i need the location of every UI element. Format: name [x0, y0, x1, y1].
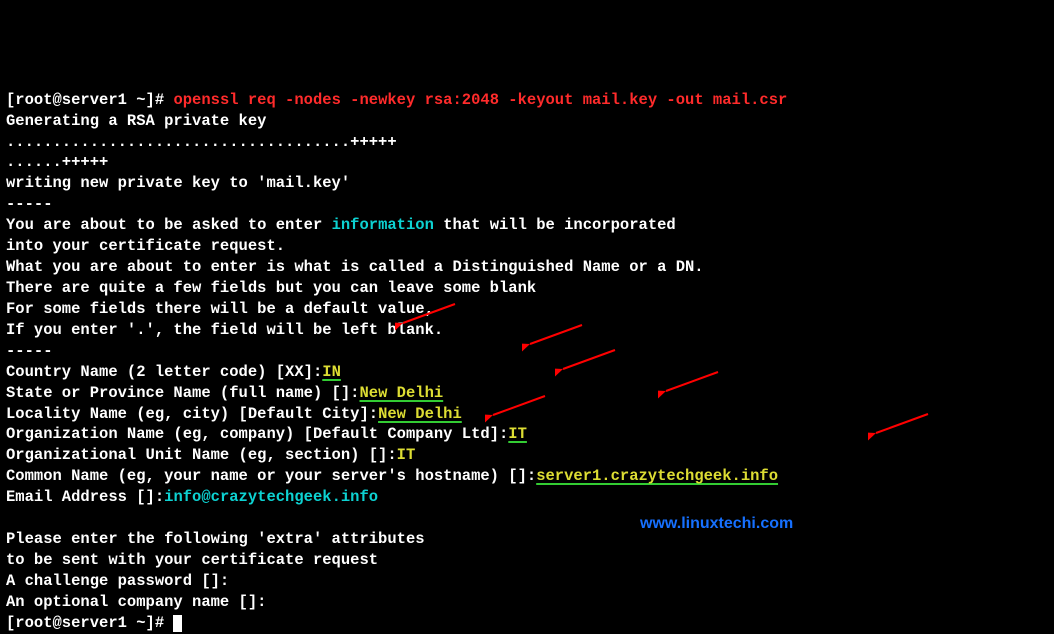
line-msg3: What you are about to enter is what is c…	[6, 258, 704, 276]
arrow-icon	[658, 369, 728, 399]
arrow-icon	[868, 411, 938, 441]
line-dots1: .....................................+++…	[6, 133, 397, 151]
prompt-final: [root@server1 ~]#	[6, 614, 173, 632]
a-email: info@crazytechgeek.info	[164, 488, 378, 506]
cursor	[173, 615, 182, 632]
line-msg1a: You are about to be asked to enter	[6, 216, 332, 234]
line-msg2: into your certificate request.	[6, 237, 285, 255]
line-extra1: Please enter the following 'extra' attri…	[6, 530, 425, 548]
line-msg1b: information	[332, 216, 434, 234]
line-msg4: There are quite a few fields but you can…	[6, 279, 536, 297]
q-optco: An optional company name []:	[6, 593, 266, 611]
watermark: www.linuxtechi.com	[640, 513, 793, 535]
line-dots2: ......+++++	[6, 153, 108, 171]
arrow-icon	[522, 322, 592, 352]
q-org: Organization Name (eg, company) [Default…	[6, 425, 508, 443]
line-dash1: -----	[6, 195, 53, 213]
command: openssl req -nodes -newkey rsa:2048 -key…	[173, 91, 787, 109]
line-extra2: to be sent with your certificate request	[6, 551, 378, 569]
q-cn: Common Name (eg, your name or your serve…	[6, 467, 536, 485]
line-msg5: For some fields there will be a default …	[6, 300, 434, 318]
arrow-icon	[555, 347, 625, 377]
q-country: Country Name (2 letter code) [XX]:	[6, 363, 322, 381]
prompt: [root@server1 ~]#	[6, 91, 173, 109]
a-locality: New Delhi	[378, 405, 462, 423]
line-msg1c: that will be incorporated	[434, 216, 676, 234]
line-msg6: If you enter '.', the field will be left…	[6, 321, 443, 339]
a-state: New Delhi	[359, 384, 443, 402]
q-ou: Organizational Unit Name (eg, section) […	[6, 446, 397, 464]
terminal-output: [root@server1 ~]# openssl req -nodes -ne…	[6, 91, 787, 632]
line-write: writing new private key to 'mail.key'	[6, 174, 350, 192]
q-locality: Locality Name (eg, city) [Default City]:	[6, 405, 378, 423]
line-gen: Generating a RSA private key	[6, 112, 266, 130]
q-state: State or Province Name (full name) []:	[6, 384, 359, 402]
arrow-icon	[485, 393, 555, 423]
a-ou: IT	[397, 446, 416, 464]
a-cn: server1.crazytechgeek.info	[536, 467, 778, 485]
line-dash2: -----	[6, 342, 53, 360]
q-email: Email Address []:	[6, 488, 164, 506]
a-country: IN	[322, 363, 341, 381]
q-chal: A challenge password []:	[6, 572, 229, 590]
a-org: IT	[508, 425, 527, 443]
